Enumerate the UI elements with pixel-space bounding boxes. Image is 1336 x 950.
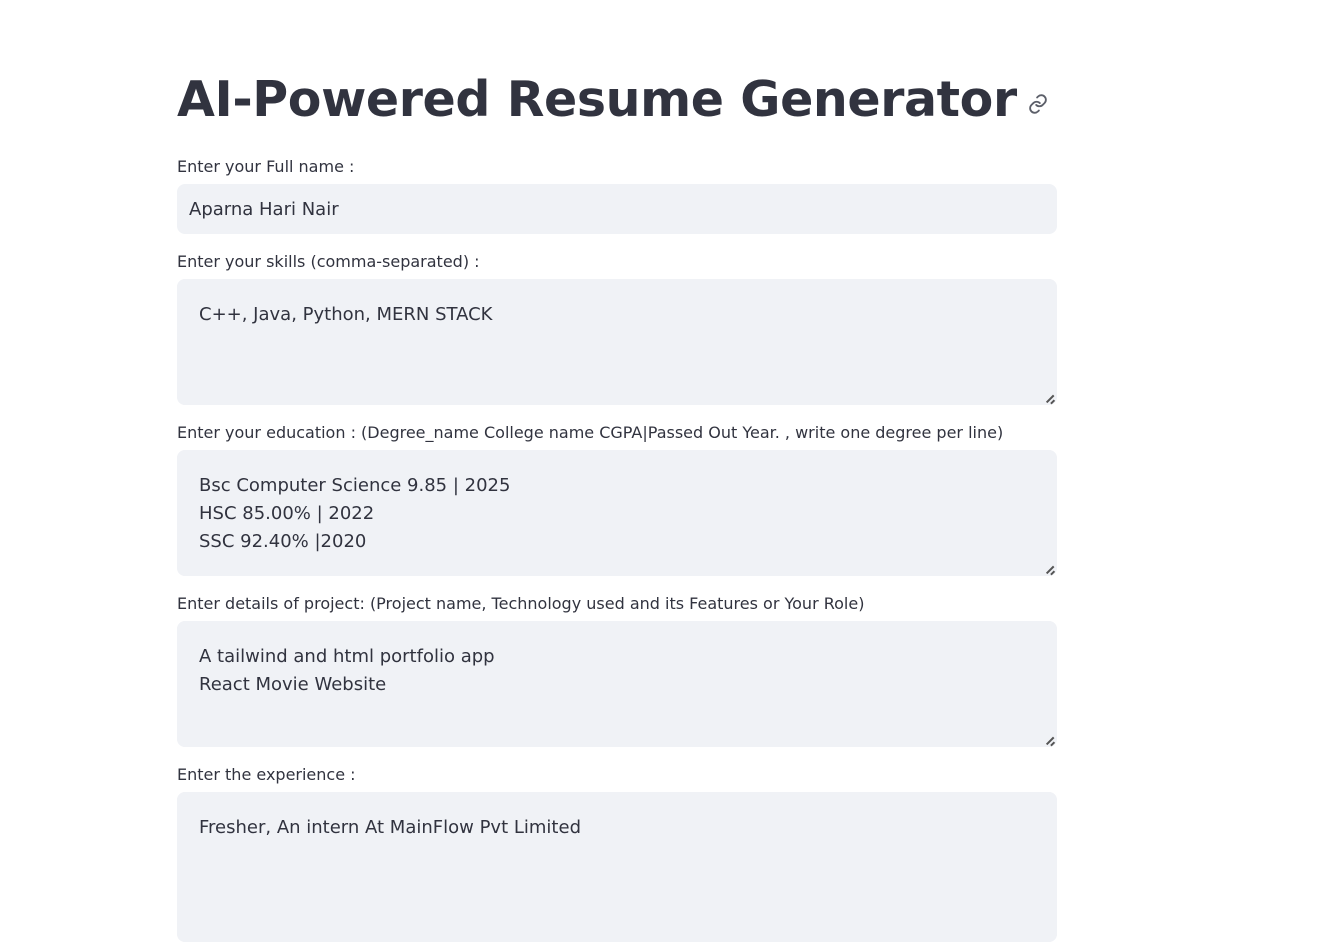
- link-icon[interactable]: [1027, 93, 1049, 115]
- experience-field: Enter the experience : Fresher, An inter…: [177, 763, 1057, 942]
- education-label: Enter your education : (Degree_name Coll…: [177, 423, 1004, 442]
- skills-textarea[interactable]: C++, Java, Python, MERN STACK: [177, 279, 1057, 405]
- project-textarea[interactable]: A tailwind and html portfolio app React …: [177, 621, 1057, 747]
- full-name-field: Enter your Full name :: [177, 155, 1057, 234]
- education-textarea[interactable]: Bsc Computer Science 9.85 | 2025 HSC 85.…: [177, 450, 1057, 576]
- project-textarea-container: A tailwind and html portfolio app React …: [177, 621, 1057, 747]
- project-label: Enter details of project: (Project name,…: [177, 594, 865, 613]
- skills-field: Enter your skills (comma-separated) : C+…: [177, 250, 1057, 405]
- app-page: AI-Powered Resume Generator Enter your F…: [0, 0, 1336, 950]
- title-row: AI-Powered Resume Generator: [177, 66, 1057, 134]
- education-field: Enter your education : (Degree_name Coll…: [177, 421, 1057, 576]
- project-resize-handle[interactable]: [1045, 735, 1055, 745]
- full-name-input[interactable]: [177, 184, 1057, 234]
- experience-textarea[interactable]: Fresher, An intern At MainFlow Pvt Limit…: [177, 792, 1057, 942]
- experience-textarea-container: Fresher, An intern At MainFlow Pvt Limit…: [177, 792, 1057, 942]
- project-field: Enter details of project: (Project name,…: [177, 592, 1057, 747]
- experience-label: Enter the experience :: [177, 765, 356, 784]
- skills-resize-handle[interactable]: [1045, 393, 1055, 403]
- page-title: AI-Powered Resume Generator: [177, 71, 1017, 128]
- skills-label: Enter your skills (comma-separated) :: [177, 252, 480, 271]
- full-name-label: Enter your Full name :: [177, 157, 355, 176]
- resume-form: AI-Powered Resume Generator Enter your F…: [177, 66, 1057, 950]
- education-resize-handle[interactable]: [1045, 564, 1055, 574]
- skills-textarea-container: C++, Java, Python, MERN STACK: [177, 279, 1057, 405]
- education-textarea-container: Bsc Computer Science 9.85 | 2025 HSC 85.…: [177, 450, 1057, 576]
